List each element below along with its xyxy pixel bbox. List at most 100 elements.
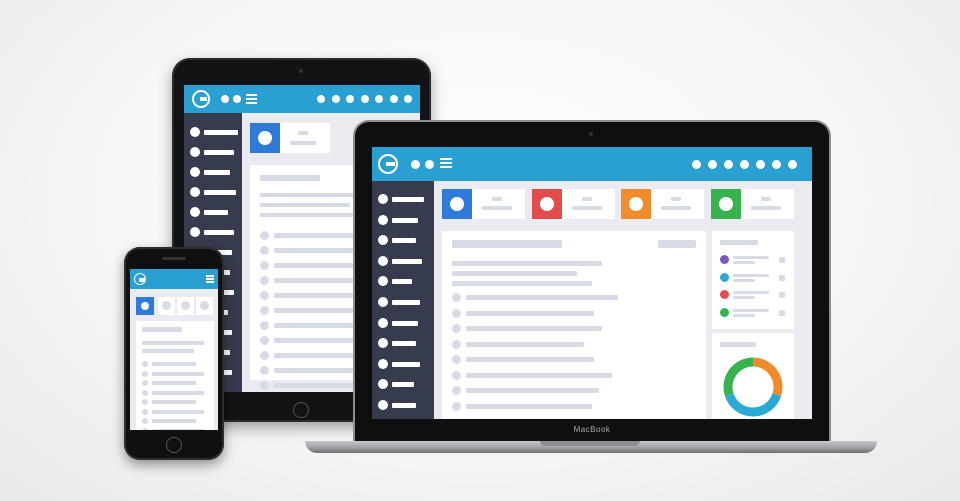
tablet-header-bar — [184, 85, 420, 113]
stat-label-placeholder — [671, 197, 681, 201]
menu-icon[interactable] — [440, 158, 452, 170]
list-bullet-icon — [142, 418, 148, 424]
sidebar-item-label-placeholder — [204, 190, 236, 195]
stat-card[interactable] — [621, 189, 704, 219]
sidebar-item[interactable] — [378, 276, 430, 287]
mini-stat-card[interactable] — [177, 297, 194, 315]
legend-dot-icon — [720, 290, 729, 299]
legend-label-placeholder — [733, 278, 755, 282]
list-bullet-icon — [260, 351, 269, 360]
circle-icon — [450, 197, 464, 211]
list-item-placeholder — [466, 326, 602, 331]
circle-icon — [378, 194, 388, 204]
sidebar-item[interactable] — [378, 338, 430, 349]
logo-icon[interactable] — [378, 154, 398, 174]
list-item-placeholder — [466, 310, 594, 316]
sidebar-item[interactable] — [190, 147, 238, 157]
header-dot-icon[interactable] — [740, 160, 749, 169]
stat-tile[interactable] — [136, 297, 154, 315]
mini-stat-card[interactable] — [196, 297, 213, 315]
header-dot-icon[interactable] — [788, 160, 797, 169]
sidebar-item[interactable] — [190, 167, 238, 177]
header-dot-icon[interactable] — [317, 95, 325, 103]
circle-icon — [378, 358, 388, 369]
header-dot-icon[interactable] — [724, 160, 733, 169]
sidebar-item[interactable] — [378, 317, 430, 328]
list-bullet-icon — [260, 246, 269, 255]
stat-card[interactable] — [531, 189, 615, 219]
dot-icon[interactable] — [221, 95, 229, 103]
home-button[interactable] — [166, 437, 182, 453]
dot-icon[interactable] — [233, 95, 241, 103]
list-item-placeholder — [152, 371, 204, 376]
sidebar-item[interactable] — [190, 207, 238, 217]
circle-icon — [141, 302, 149, 310]
circle-icon — [190, 207, 200, 217]
list-item-placeholder — [152, 381, 196, 385]
circle-icon — [378, 338, 388, 349]
list-bullet-icon — [142, 380, 148, 386]
dot-icon[interactable] — [411, 160, 420, 169]
sidebar-item[interactable] — [378, 235, 430, 246]
stat-value-placeholder — [750, 206, 781, 210]
sidebar-item[interactable] — [378, 214, 430, 225]
mini-stat-card[interactable] — [158, 297, 175, 315]
list-bullet-icon — [260, 381, 269, 390]
list-item-placeholder — [152, 400, 196, 404]
circle-icon — [539, 197, 554, 211]
sidebar-item[interactable] — [378, 358, 430, 369]
menu-icon[interactable] — [206, 275, 214, 285]
sidebar-item[interactable] — [378, 400, 430, 410]
header-dot-icon[interactable] — [772, 160, 781, 169]
tablet-stat-card[interactable] — [250, 123, 330, 153]
header-dot-icon[interactable] — [389, 95, 398, 103]
header-dot-icon[interactable] — [404, 95, 412, 103]
header-dot-icon[interactable] — [346, 95, 354, 103]
dot-icon[interactable] — [425, 160, 434, 169]
list-item-placeholder — [466, 357, 594, 362]
header-dot-icon[interactable] — [692, 160, 701, 169]
home-button[interactable] — [293, 402, 309, 418]
list-bullet-icon — [260, 306, 269, 315]
header-dot-icon[interactable] — [375, 95, 383, 103]
list-bullet-icon — [452, 386, 461, 395]
circle-icon — [190, 187, 200, 197]
list-item-placeholder — [466, 295, 618, 300]
sidebar-item[interactable] — [378, 297, 430, 307]
laptop-hinge-notch — [540, 441, 640, 446]
list-bullet-icon — [452, 308, 461, 318]
header-dot-icon[interactable] — [708, 160, 717, 169]
menu-icon[interactable] — [246, 94, 257, 106]
stat-card[interactable] — [710, 189, 794, 219]
sidebar-item[interactable] — [378, 194, 430, 204]
legend-value-placeholder — [779, 292, 785, 298]
circle-icon — [378, 379, 388, 390]
sidebar-item[interactable] — [190, 127, 238, 137]
sidebar-item-label-placeholder — [392, 361, 420, 367]
legend-label-placeholder — [733, 313, 755, 317]
header-dot-icon[interactable] — [360, 95, 369, 103]
sidebar-item-label-placeholder — [392, 279, 412, 285]
sidebar-item[interactable] — [378, 379, 430, 390]
sidebar-item-label-placeholder — [392, 258, 422, 264]
sidebar-item-label-placeholder — [392, 320, 418, 326]
sidebar-item[interactable] — [190, 227, 238, 237]
sidebar-item-label-placeholder — [204, 210, 228, 215]
list-bullet-icon — [260, 291, 269, 300]
sidebar-item[interactable] — [378, 255, 430, 266]
sidebar-item-label-placeholder — [392, 341, 416, 347]
list-bullet-icon — [142, 370, 148, 377]
list-bullet-icon — [452, 401, 461, 411]
list-bullet-icon — [452, 293, 461, 302]
laptop-list-card — [442, 231, 706, 419]
sidebar-item-label-placeholder — [392, 300, 420, 305]
list-bullet-icon — [142, 361, 148, 367]
header-dot-icon[interactable] — [331, 95, 340, 103]
circle-icon — [378, 235, 388, 246]
logo-icon[interactable] — [134, 273, 146, 285]
header-dot-icon[interactable] — [756, 160, 765, 169]
list-item-placeholder — [466, 372, 612, 378]
logo-icon[interactable] — [192, 90, 210, 108]
stat-card[interactable] — [442, 189, 525, 219]
sidebar-item[interactable] — [190, 187, 238, 197]
